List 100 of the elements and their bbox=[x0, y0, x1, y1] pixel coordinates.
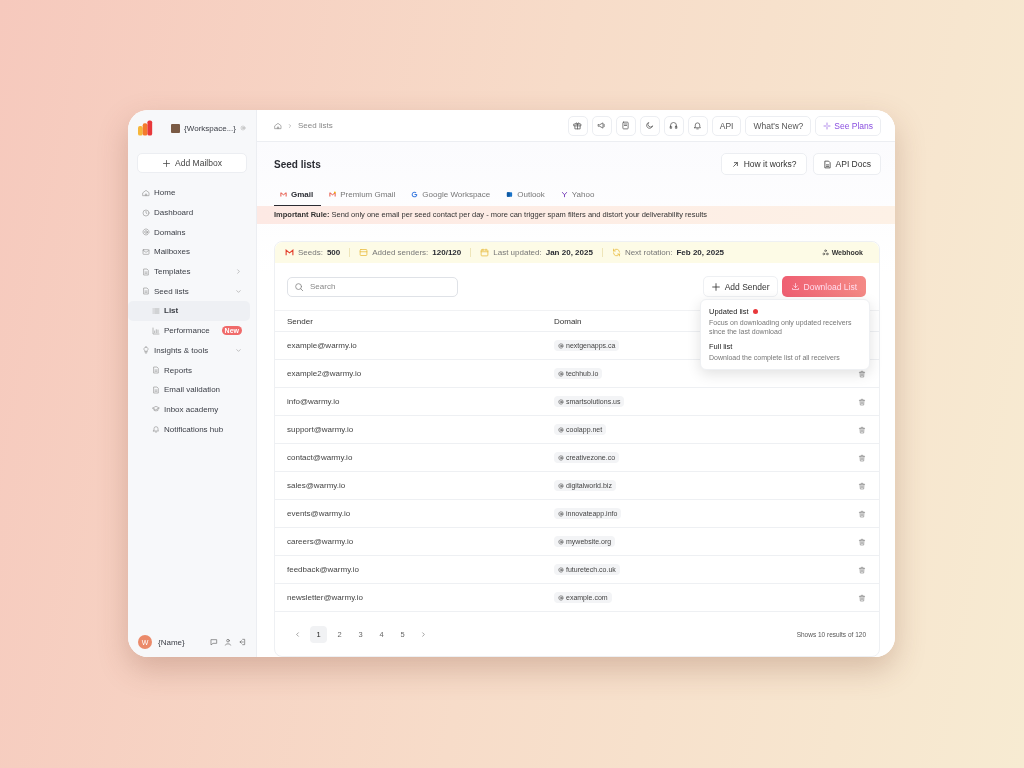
at-sign-icon bbox=[142, 228, 150, 237]
profile-button[interactable] bbox=[224, 638, 232, 646]
delete-button[interactable] bbox=[858, 509, 866, 518]
trash-icon bbox=[858, 425, 866, 434]
header-button[interactable]: API bbox=[711, 115, 742, 136]
sidebar-item[interactable]: Notifications hub bbox=[128, 419, 250, 439]
sidebar-item[interactable]: Reports bbox=[128, 360, 250, 380]
delete-button[interactable] bbox=[858, 537, 866, 546]
sidebar-item[interactable]: Home bbox=[128, 183, 250, 203]
trash-icon bbox=[858, 397, 866, 406]
at-sign-icon bbox=[558, 594, 564, 601]
mail-m-icon bbox=[285, 248, 294, 257]
stat-value: 120/120 bbox=[432, 248, 462, 257]
chat-bubble-icon bbox=[210, 638, 218, 646]
trash-icon bbox=[858, 537, 866, 546]
sidebar-item[interactable]: Domains bbox=[128, 222, 250, 243]
header-button[interactable]: What's New? bbox=[745, 115, 812, 136]
clock-icon bbox=[142, 208, 150, 217]
delete-button[interactable] bbox=[858, 397, 866, 406]
stat-value: Feb 20, 2025 bbox=[676, 248, 725, 257]
at-sign-icon bbox=[558, 482, 564, 489]
sidebar-item[interactable]: Templates bbox=[128, 261, 250, 282]
home-icon bbox=[142, 188, 150, 197]
sender-cell: example2@warmy.io bbox=[275, 359, 553, 388]
box-icon bbox=[359, 248, 369, 257]
at-sign-icon bbox=[558, 566, 564, 573]
provider-tab[interactable]: Google Workspace bbox=[403, 184, 499, 206]
headphones-button[interactable] bbox=[663, 115, 684, 136]
moon-button[interactable] bbox=[639, 115, 660, 136]
chevron-right-icon bbox=[420, 630, 427, 638]
sender-cell: newsletter@warmy.io bbox=[275, 583, 553, 611]
sidebar-item[interactable]: Seed lists bbox=[128, 281, 250, 302]
at-sign-icon bbox=[558, 370, 564, 377]
bell-icon bbox=[152, 425, 160, 434]
book-icon bbox=[621, 121, 631, 130]
add-sender-button[interactable]: Add Sender bbox=[702, 276, 778, 297]
delete-button[interactable] bbox=[858, 369, 866, 378]
sidebar-item[interactable]: Dashboard bbox=[128, 202, 250, 223]
workspace-name[interactable]: {Workspace...} bbox=[184, 123, 236, 133]
graduation-cap-icon bbox=[152, 405, 160, 414]
trash-icon bbox=[858, 369, 866, 378]
delete-button[interactable] bbox=[858, 453, 866, 462]
megaphone-icon bbox=[597, 121, 607, 130]
chat-button[interactable] bbox=[210, 638, 218, 646]
envelope-icon bbox=[142, 247, 150, 256]
sidebar-item[interactable]: Inbox academy bbox=[128, 399, 250, 420]
delete-button[interactable] bbox=[858, 481, 866, 490]
breadcrumb-item[interactable]: Seed lists bbox=[298, 121, 333, 130]
logout-icon bbox=[238, 638, 246, 646]
plus-icon bbox=[710, 281, 721, 292]
gift-button[interactable] bbox=[567, 115, 588, 136]
stat-value: 500 bbox=[326, 248, 341, 257]
sidebar-item[interactable]: Mailboxes bbox=[128, 242, 250, 262]
arrow-up-right-icon bbox=[730, 159, 740, 169]
trash-icon bbox=[858, 453, 866, 462]
sender-cell: feedback@warmy.io bbox=[275, 555, 553, 584]
delete-button[interactable] bbox=[858, 593, 866, 602]
sidebar-item[interactable]: Insights & tools bbox=[128, 340, 250, 361]
user-name: {Name} bbox=[158, 637, 186, 647]
gear-icon bbox=[240, 124, 246, 131]
provider-tab[interactable]: Premium Gmail bbox=[321, 184, 404, 206]
book-button[interactable] bbox=[615, 115, 636, 136]
chevron-left-icon bbox=[294, 630, 301, 638]
megaphone-button[interactable] bbox=[591, 115, 612, 136]
delete-button[interactable] bbox=[858, 565, 866, 574]
delete-button[interactable] bbox=[858, 425, 866, 434]
logo-icon bbox=[138, 120, 154, 136]
sender-cell: example@warmy.io bbox=[275, 331, 553, 360]
page-title: Seed lists bbox=[274, 158, 322, 170]
sender-cell: events@warmy.io bbox=[275, 499, 553, 528]
sender-cell: info@warmy.io bbox=[275, 387, 553, 416]
sidebar-item[interactable]: Email validation bbox=[128, 379, 250, 400]
sender-cell: sales@warmy.io bbox=[275, 471, 553, 500]
sidebar-item[interactable]: List bbox=[128, 301, 250, 321]
search-icon bbox=[294, 281, 304, 292]
provider-tab[interactable]: Outlook bbox=[498, 184, 553, 206]
api-docs-button[interactable]: API Docs bbox=[812, 153, 881, 175]
logout-button[interactable] bbox=[238, 638, 246, 646]
document-icon bbox=[142, 287, 150, 296]
square-logo-icon bbox=[506, 191, 514, 198]
stat-label: Next rotation: bbox=[624, 248, 673, 257]
at-sign-icon bbox=[558, 342, 564, 349]
how-it-works-button[interactable]: How it works? bbox=[720, 153, 807, 175]
provider-tab[interactable]: Yahoo bbox=[552, 184, 603, 206]
refresh-icon bbox=[611, 248, 621, 257]
add-mailbox-button[interactable]: Add Mailbox bbox=[137, 153, 247, 173]
g-logo-icon bbox=[411, 191, 419, 198]
at-sign-icon bbox=[558, 426, 564, 433]
home-link[interactable] bbox=[274, 121, 282, 130]
y-logo-icon bbox=[560, 191, 568, 198]
mail-m-icon bbox=[329, 191, 337, 198]
stat-label: Last updated: bbox=[493, 248, 542, 257]
gift-icon bbox=[573, 121, 583, 130]
webhook-icon bbox=[821, 249, 829, 256]
bell-button[interactable] bbox=[687, 115, 708, 136]
at-sign-icon bbox=[558, 510, 564, 517]
see-plans-button[interactable]: See Plans bbox=[815, 115, 881, 136]
search-field[interactable]: Search bbox=[287, 276, 458, 297]
document-icon bbox=[822, 159, 832, 169]
workspace-avatar bbox=[171, 123, 181, 133]
